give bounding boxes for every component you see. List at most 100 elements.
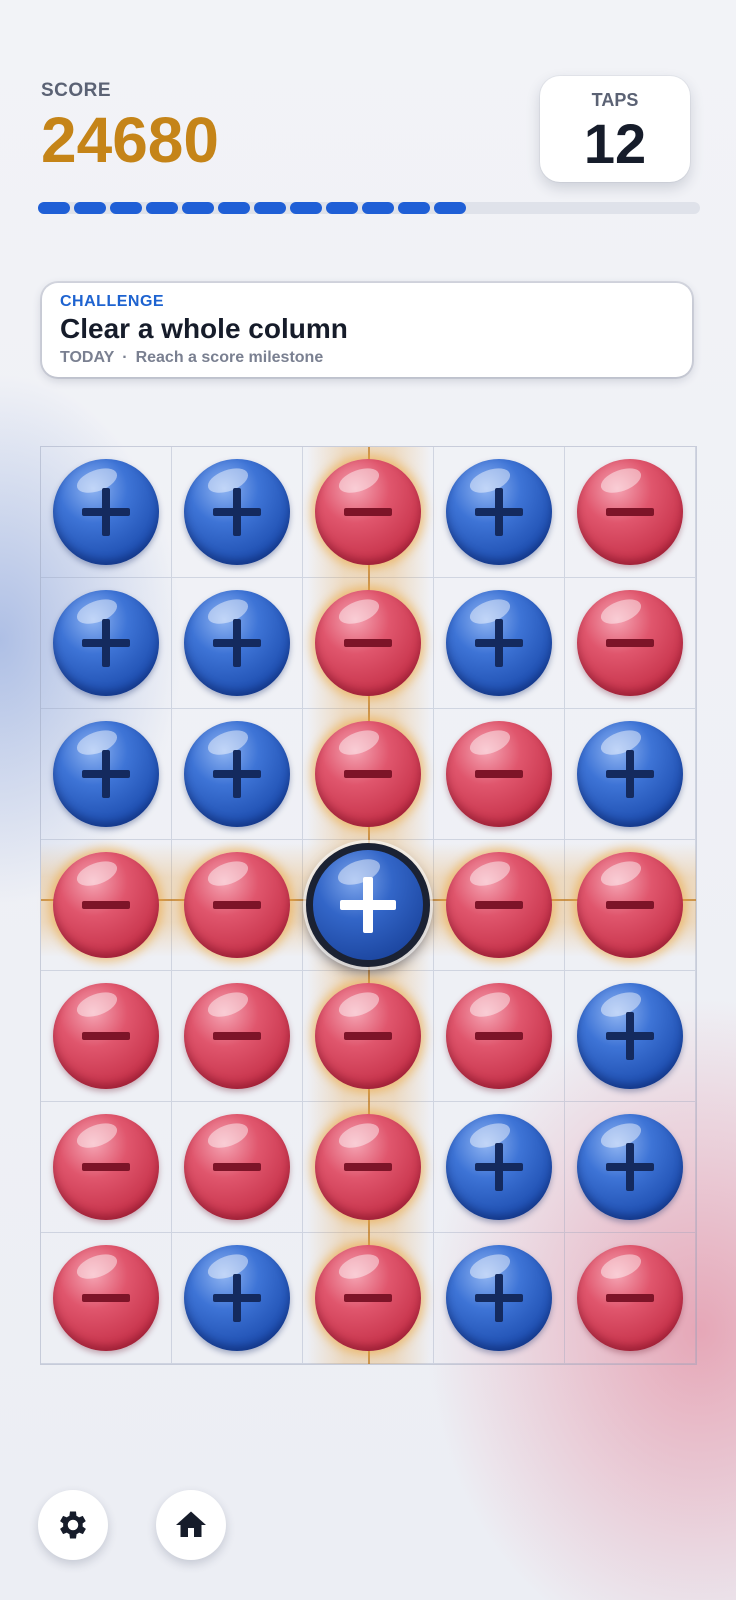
home-icon bbox=[176, 1511, 206, 1537]
plus-orb[interactable] bbox=[446, 459, 552, 565]
symbol-bar-horizontal bbox=[606, 901, 654, 909]
minus-icon bbox=[344, 619, 392, 667]
progress-segment bbox=[110, 202, 142, 214]
plus-icon bbox=[475, 619, 523, 667]
symbol-bar-horizontal bbox=[475, 1032, 523, 1040]
home-button[interactable] bbox=[156, 1490, 226, 1560]
plus-icon bbox=[475, 488, 523, 536]
symbol-bar-horizontal bbox=[82, 1032, 130, 1040]
minus-icon bbox=[213, 1143, 261, 1191]
minus-orb[interactable] bbox=[53, 1245, 159, 1351]
minus-orb[interactable] bbox=[184, 1114, 290, 1220]
symbol-bar-horizontal bbox=[344, 508, 392, 516]
plus-icon bbox=[82, 619, 130, 667]
symbol-bar-vertical bbox=[233, 619, 241, 667]
plus-icon bbox=[213, 1274, 261, 1322]
minus-orb[interactable] bbox=[53, 852, 159, 958]
minus-icon bbox=[213, 1012, 261, 1060]
plus-orb[interactable] bbox=[446, 1245, 552, 1351]
plus-orb[interactable] bbox=[184, 590, 290, 696]
minus-icon bbox=[606, 488, 654, 536]
plus-orb-selected[interactable] bbox=[306, 843, 430, 967]
taps-value: 12 bbox=[583, 112, 647, 175]
symbol-bar-horizontal bbox=[606, 508, 654, 516]
minus-orb[interactable] bbox=[446, 721, 552, 827]
minus-orb[interactable] bbox=[53, 983, 159, 1089]
progress-segment bbox=[326, 202, 358, 214]
symbol-bar-vertical bbox=[102, 619, 110, 667]
minus-icon bbox=[606, 619, 654, 667]
minus-orb[interactable] bbox=[446, 983, 552, 1089]
minus-orb[interactable] bbox=[53, 1114, 159, 1220]
minus-orb[interactable] bbox=[577, 590, 683, 696]
score-value: 24680 bbox=[41, 104, 219, 176]
symbol-bar-horizontal bbox=[213, 901, 261, 909]
settings-button[interactable] bbox=[38, 1490, 108, 1560]
symbol-bar-horizontal bbox=[213, 1163, 261, 1171]
minus-orb[interactable] bbox=[315, 983, 421, 1089]
taps-label: TAPS bbox=[591, 90, 639, 110]
plus-icon bbox=[475, 1143, 523, 1191]
minus-icon bbox=[82, 1143, 130, 1191]
plus-orb[interactable] bbox=[184, 1245, 290, 1351]
plus-orb[interactable] bbox=[577, 721, 683, 827]
minus-orb[interactable] bbox=[577, 1245, 683, 1351]
symbol-bar-vertical bbox=[495, 619, 503, 667]
minus-orb[interactable] bbox=[315, 459, 421, 565]
minus-orb[interactable] bbox=[446, 852, 552, 958]
symbol-bar-horizontal bbox=[82, 1294, 130, 1302]
symbol-bar-vertical bbox=[102, 750, 110, 798]
plus-orb[interactable] bbox=[446, 1114, 552, 1220]
minus-orb[interactable] bbox=[184, 852, 290, 958]
symbol-bar-vertical bbox=[495, 1143, 503, 1191]
plus-icon bbox=[213, 619, 261, 667]
symbol-bar-vertical bbox=[495, 488, 503, 536]
plus-icon bbox=[82, 750, 130, 798]
plus-orb[interactable] bbox=[577, 983, 683, 1089]
plus-orb[interactable] bbox=[53, 590, 159, 696]
plus-orb[interactable] bbox=[53, 459, 159, 565]
progress-segment bbox=[290, 202, 322, 214]
plus-icon bbox=[606, 1012, 654, 1060]
plus-icon bbox=[340, 877, 396, 933]
minus-icon bbox=[606, 1274, 654, 1322]
score-label: SCORE bbox=[41, 80, 112, 101]
plus-icon bbox=[213, 750, 261, 798]
minus-icon bbox=[213, 881, 261, 929]
symbol-bar-vertical bbox=[363, 877, 373, 933]
progress-segment bbox=[74, 202, 106, 214]
symbol-bar-vertical bbox=[626, 750, 634, 798]
minus-orb[interactable] bbox=[315, 590, 421, 696]
minus-icon bbox=[475, 1012, 523, 1060]
plus-orb[interactable] bbox=[184, 721, 290, 827]
symbol-bar-vertical bbox=[495, 1274, 503, 1322]
progress-segment bbox=[434, 202, 466, 214]
plus-orb[interactable] bbox=[446, 590, 552, 696]
minus-orb[interactable] bbox=[577, 852, 683, 958]
minus-orb[interactable] bbox=[184, 983, 290, 1089]
symbol-bar-vertical bbox=[626, 1143, 634, 1191]
gear-icon bbox=[60, 1511, 86, 1539]
challenge-detail: Reach a score milestone bbox=[135, 349, 324, 366]
plus-orb[interactable] bbox=[53, 721, 159, 827]
symbol-bar-horizontal bbox=[344, 770, 392, 778]
minus-orb[interactable] bbox=[577, 459, 683, 565]
symbol-bar-horizontal bbox=[213, 1032, 261, 1040]
plus-icon bbox=[606, 1143, 654, 1191]
progress-segment bbox=[146, 202, 178, 214]
minus-icon bbox=[344, 1143, 392, 1191]
minus-orb[interactable] bbox=[315, 721, 421, 827]
minus-icon bbox=[606, 881, 654, 929]
symbol-bar-vertical bbox=[233, 750, 241, 798]
symbol-bar-horizontal bbox=[475, 901, 523, 909]
minus-orb[interactable] bbox=[315, 1245, 421, 1351]
minus-icon bbox=[82, 1012, 130, 1060]
minus-orb[interactable] bbox=[315, 1114, 421, 1220]
minus-icon bbox=[344, 488, 392, 536]
challenge-subtitle: TODAY · Reach a score milestone bbox=[60, 349, 323, 367]
plus-orb[interactable] bbox=[577, 1114, 683, 1220]
challenge-card[interactable]: CHALLENGE Clear a whole column TODAY · Rea… bbox=[42, 283, 692, 377]
plus-orb[interactable] bbox=[184, 459, 290, 565]
plus-icon bbox=[213, 488, 261, 536]
progress-segment bbox=[398, 202, 430, 214]
